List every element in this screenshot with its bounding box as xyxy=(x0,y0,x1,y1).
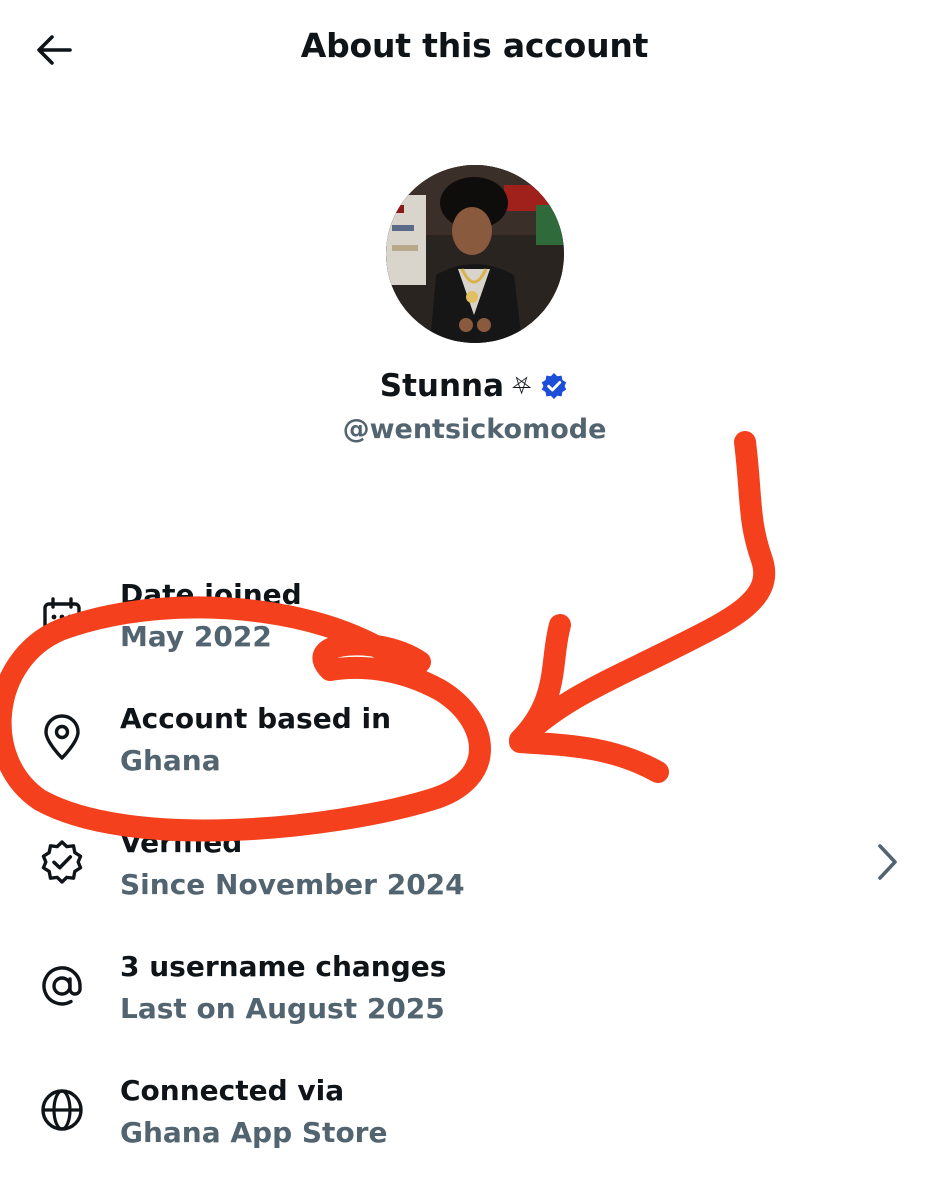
account-based-in-row: Account based in Ghana xyxy=(0,696,949,796)
verified-badge-icon xyxy=(539,371,569,401)
verified-outline-icon xyxy=(34,834,90,890)
connected-via-row: Connected via Ghana App Store xyxy=(0,1068,949,1168)
row-label: Account based in xyxy=(120,702,392,735)
row-value: Since November 2024 xyxy=(120,868,465,901)
profile-avatar[interactable] xyxy=(386,165,564,343)
calendar-icon xyxy=(34,590,90,646)
row-label: Connected via xyxy=(120,1074,345,1107)
verified-row[interactable]: Verified Since November 2024 xyxy=(0,820,949,920)
row-value: Ghana xyxy=(120,744,221,777)
display-name: Stunna xyxy=(379,368,505,404)
row-label: 3 username changes xyxy=(120,950,447,983)
date-joined-row: Date joined May 2022 xyxy=(0,572,949,672)
chevron-right-icon[interactable] xyxy=(869,840,905,884)
location-pin-icon xyxy=(34,710,90,766)
row-label: Date joined xyxy=(120,578,302,611)
row-value: Ghana App Store xyxy=(120,1116,388,1149)
username-changes-row: 3 username changes Last on August 2025 xyxy=(0,944,949,1044)
page-title: About this account xyxy=(300,26,649,65)
row-value: May 2022 xyxy=(120,620,272,653)
profile-handle: @wentsickomode xyxy=(342,414,607,445)
row-label: Verified xyxy=(120,826,243,859)
row-value: Last on August 2025 xyxy=(120,992,445,1025)
globe-icon xyxy=(34,1082,90,1138)
header-bar: About this account xyxy=(0,0,949,100)
display-name-row: Stunna ⛧ xyxy=(0,368,949,404)
at-sign-icon xyxy=(34,958,90,1014)
pentagram-emoji: ⛧ xyxy=(512,372,532,400)
